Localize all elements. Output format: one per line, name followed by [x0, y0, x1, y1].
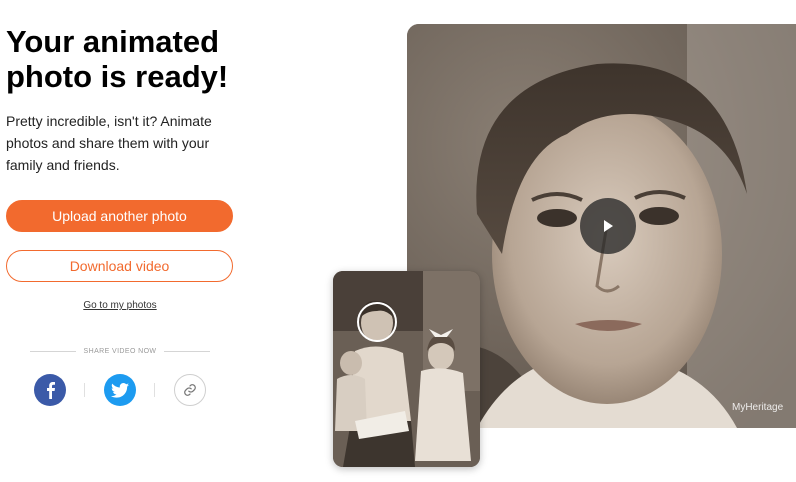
myheritage-watermark: MyHeritage	[732, 402, 783, 413]
family-photo-image	[333, 271, 480, 467]
social-separator	[154, 383, 155, 397]
play-icon	[604, 220, 613, 232]
watermark-text: MyHeritage	[732, 402, 784, 413]
page-description: Pretty incredible, isn't it? Animate pho…	[6, 113, 212, 173]
twitter-share-button[interactable]	[104, 374, 136, 406]
divider-line-left	[30, 350, 76, 352]
play-button[interactable]	[580, 198, 636, 254]
twitter-icon	[111, 382, 129, 398]
go-to-my-photos-link[interactable]: Go to my photos	[0, 300, 240, 311]
link-icon	[184, 384, 196, 396]
face-highlight-ring	[357, 302, 397, 342]
share-label: SHARE VIDEO NOW	[83, 347, 157, 355]
page-title: Your animated photo is ready!	[6, 24, 229, 94]
social-separator	[84, 383, 85, 397]
facebook-icon	[47, 382, 55, 399]
copy-link-button[interactable]	[174, 374, 206, 406]
upload-another-photo-button[interactable]: Upload another photo	[6, 200, 233, 232]
divider-line-right	[164, 350, 210, 352]
download-video-button[interactable]: Download video	[6, 250, 233, 282]
facebook-share-button[interactable]	[34, 374, 66, 406]
original-photo-thumbnail[interactable]	[333, 271, 480, 467]
share-divider: SHARE VIDEO NOW	[30, 344, 210, 358]
